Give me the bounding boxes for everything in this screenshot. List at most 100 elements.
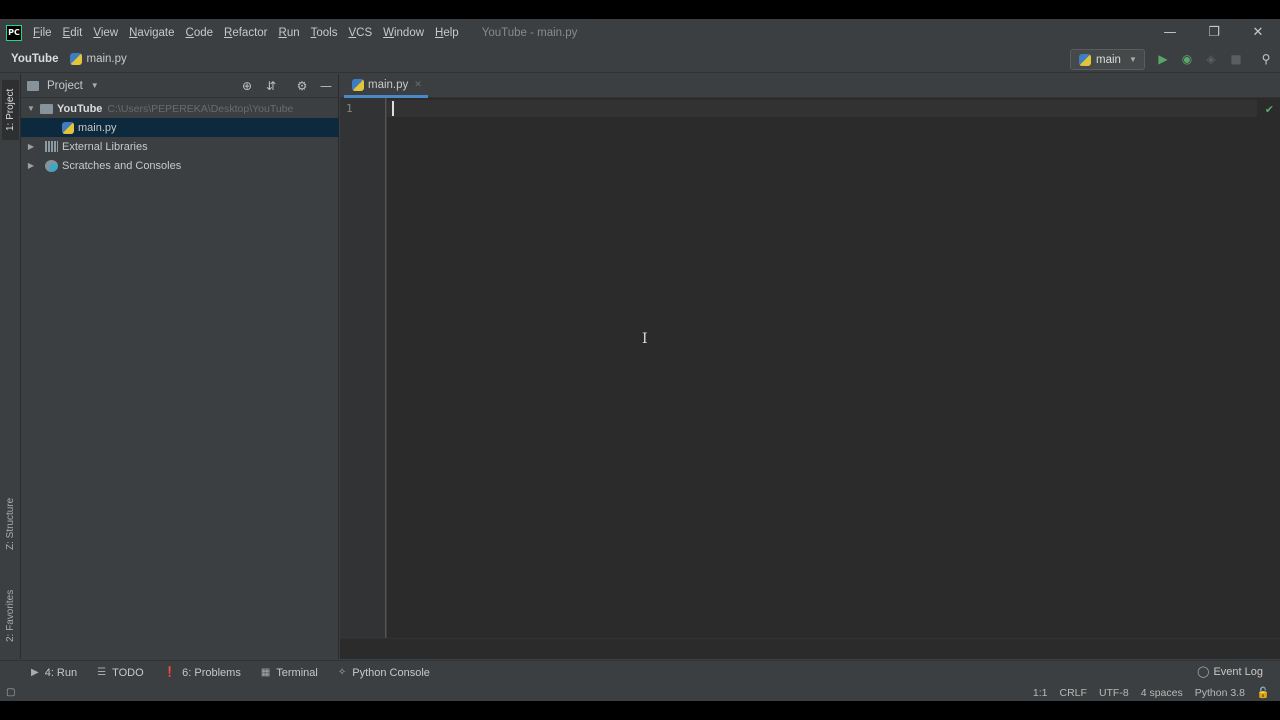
menu-code[interactable]: Code — [186, 27, 214, 39]
tree-item-label: Scratches and Consoles — [62, 159, 182, 172]
tree-item-path: C:\Users\PEPEREKA\Desktop\YouTube — [107, 102, 294, 115]
terminal-tool-label: Terminal — [276, 666, 318, 679]
line-number: 1 — [346, 102, 353, 115]
breadcrumb-file-label: main.py — [86, 53, 127, 65]
expand-arrow-icon[interactable]: ▶ — [26, 142, 36, 151]
collapse-all-icon[interactable]: ⇵ — [264, 79, 278, 93]
menu-file[interactable]: File — [33, 27, 52, 39]
menu-bar: PC File Edit View Navigate Code Refactor… — [0, 19, 1280, 46]
list-icon: ☰ — [97, 667, 107, 678]
tab-structure-label: Z: Structure — [5, 497, 16, 551]
locate-file-icon[interactable]: ⊕ — [240, 79, 254, 93]
tab-favorites-label: 2: Favorites — [5, 589, 16, 643]
inspection-ok-icon: ✔ — [1264, 103, 1274, 116]
close-tab-icon[interactable]: ✕ — [414, 79, 422, 90]
tab-label: main.py — [368, 78, 409, 91]
problems-tool-button[interactable]: ❗ 6: Problems — [164, 667, 241, 679]
breadcrumb-project[interactable]: YouTube — [11, 53, 58, 65]
menu-vcs[interactable]: VCS — [348, 27, 372, 39]
status-bar-widgets: 1:1 CRLF UTF-8 4 spaces Python 3.8 🔓 — [1021, 684, 1270, 701]
lock-icon[interactable]: 🔓 — [1257, 686, 1270, 699]
terminal-icon: ▦ — [260, 667, 271, 678]
left-tool-strip: 1: Project Z: Structure 2: Favorites — [0, 74, 21, 659]
restore-icon[interactable]: ❐ — [1192, 25, 1236, 40]
status-bar: ▢ 1:1 CRLF UTF-8 4 spaces Python 3.8 🔓 — [0, 684, 1280, 701]
project-tool-window: Project ▼ ⊕ ⇵ ⚙ — ▼ YouTube C:\Users\PEP… — [21, 74, 339, 659]
tool-windows-toggle-icon[interactable]: ▢ — [6, 687, 15, 698]
tree-item-external-libraries[interactable]: ▶ External Libraries — [21, 137, 339, 156]
tree-item-label: main.py — [78, 121, 117, 134]
python-file-icon — [62, 121, 74, 134]
python-console-tool-button[interactable]: ✧ Python Console — [338, 667, 430, 679]
tree-item-label: External Libraries — [62, 140, 148, 153]
code-editor[interactable]: ✔ I — [387, 98, 1280, 638]
breadcrumb-file[interactable]: main.py — [70, 53, 127, 65]
problems-tool-label: 6: Problems — [182, 666, 241, 679]
tree-item-main-py[interactable]: main.py — [21, 118, 339, 137]
event-log-button[interactable]: ◯ Event Log — [1197, 665, 1263, 679]
tree-item-label: YouTube — [57, 102, 103, 115]
caret-position[interactable]: 1:1 — [1033, 687, 1048, 699]
run-tool-label: 4: Run — [44, 666, 78, 679]
expand-arrow-icon[interactable]: ▼ — [26, 104, 36, 113]
indent-setting[interactable]: 4 spaces — [1141, 687, 1183, 699]
library-icon — [45, 141, 58, 152]
project-panel-header: Project ▼ ⊕ ⇵ ⚙ — — [21, 74, 339, 98]
todo-tool-button[interactable]: ☰ TODO — [97, 667, 144, 679]
run-tool-button[interactable]: ▶ 4: Run — [31, 667, 77, 679]
chevron-down-icon: ▼ — [1128, 55, 1137, 64]
line-separator[interactable]: CRLF — [1060, 687, 1087, 699]
bottom-letterbox — [0, 701, 1280, 720]
project-view-select[interactable]: Project ▼ — [27, 80, 99, 92]
menu-run[interactable]: Run — [279, 27, 300, 39]
editor-tab-bar: main.py ✕ — [340, 74, 1280, 98]
folder-icon — [40, 103, 53, 114]
menu-edit[interactable]: Edit — [63, 27, 83, 39]
python-interpreter[interactable]: Python 3.8 — [1195, 687, 1245, 699]
tab-favorites[interactable]: 2: Favorites — [2, 578, 19, 654]
menu-tools[interactable]: Tools — [311, 27, 338, 39]
expand-arrow-icon[interactable]: ▶ — [26, 161, 36, 170]
tree-item-scratches[interactable]: ▶ Scratches and Consoles — [21, 156, 339, 175]
run-icon[interactable]: ▶ — [1156, 52, 1170, 66]
event-log-label: Event Log — [1213, 665, 1263, 678]
menu-window[interactable]: Window — [383, 27, 424, 39]
python-console-icon: ✧ — [337, 667, 347, 678]
warning-icon: ❗ — [163, 667, 177, 678]
terminal-tool-button[interactable]: ▦ Terminal — [261, 667, 318, 679]
tab-project-label: 1: Project — [5, 88, 16, 132]
speech-bubble-icon: ◯ — [1197, 666, 1210, 678]
gear-icon[interactable]: ⚙ — [295, 79, 309, 93]
chevron-down-icon: ▼ — [90, 81, 99, 90]
editor-gutter: 1 — [340, 98, 386, 638]
tab-project[interactable]: 1: Project — [2, 80, 19, 140]
run-icon: ▶ — [31, 667, 39, 678]
python-file-icon — [352, 78, 364, 91]
current-line-highlight — [387, 100, 1257, 117]
pycharm-logo-icon: PC — [6, 24, 22, 41]
menu-navigate[interactable]: Navigate — [129, 27, 174, 39]
scratches-icon — [45, 159, 58, 172]
tree-item-project-root[interactable]: ▼ YouTube C:\Users\PEPEREKA\Desktop\YouT… — [21, 99, 339, 118]
tab-main-py[interactable]: main.py ✕ — [344, 74, 428, 98]
stop-icon[interactable]: ■ — [1229, 52, 1243, 66]
minimize-icon[interactable]: — — [1148, 25, 1192, 40]
run-configuration-select[interactable]: main ▼ — [1070, 49, 1145, 70]
mouse-ibeam-cursor-icon: I — [642, 331, 648, 347]
hide-panel-icon[interactable]: — — [319, 79, 333, 93]
debug-icon[interactable]: ◉ — [1180, 52, 1194, 66]
close-icon[interactable]: ✕ — [1236, 25, 1280, 40]
search-icon[interactable]: ⚲ — [1259, 52, 1273, 66]
todo-tool-label: TODO — [112, 666, 144, 679]
project-panel-title: Project — [47, 79, 83, 92]
horizontal-scroll-area[interactable] — [340, 638, 1280, 659]
file-encoding[interactable]: UTF-8 — [1099, 687, 1129, 699]
folder-icon — [27, 80, 39, 91]
python-icon — [1079, 53, 1091, 66]
tab-structure[interactable]: Z: Structure — [2, 486, 19, 562]
menu-refactor[interactable]: Refactor — [224, 27, 267, 39]
window-title: YouTube - main.py — [481, 26, 578, 39]
menu-view[interactable]: View — [93, 27, 118, 39]
run-with-coverage-icon[interactable]: ◈ — [1204, 52, 1218, 66]
menu-help[interactable]: Help — [435, 27, 459, 39]
